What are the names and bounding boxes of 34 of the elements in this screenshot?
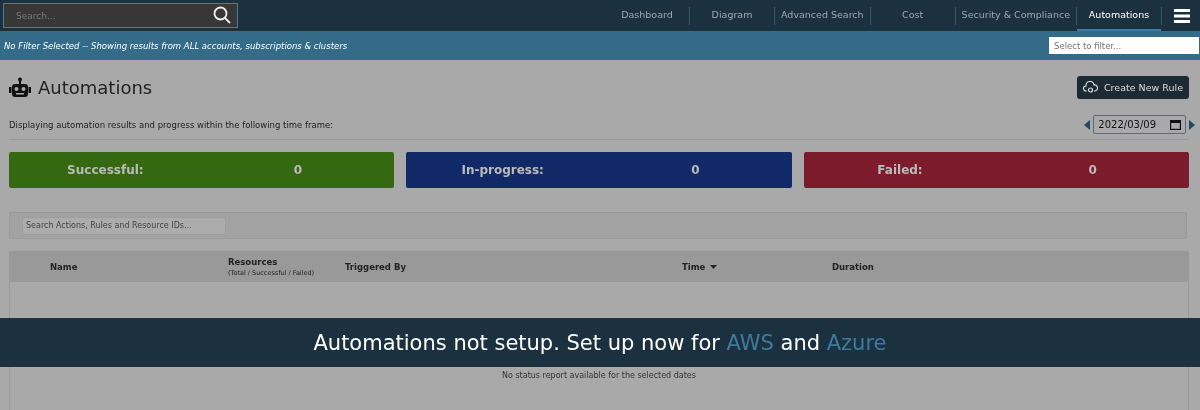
column-header[interactable]: Time: [682, 261, 706, 272]
cloud-icon: [1083, 81, 1098, 94]
date-field[interactable]: 2022/03/09: [1093, 115, 1186, 134]
previous-icon[interactable]: [1084, 119, 1091, 130]
stat-value: 0: [1087, 163, 1098, 177]
search-field[interactable]: Search...: [3, 3, 238, 28]
robot-icon: [9, 76, 31, 99]
nav-tab[interactable]: Security & Compliance: [955, 0, 1076, 31]
description-text: Displaying automation results and progress within the following time frame:: [9, 119, 334, 130]
column-header[interactable]: Name: [50, 261, 78, 272]
column-header[interactable]: Duration: [832, 261, 874, 272]
filter-field[interactable]: Select to filter...: [1049, 37, 1199, 54]
nav-tab[interactable]: Advanced Search: [775, 0, 870, 31]
column-header[interactable]: Triggered By: [345, 261, 406, 272]
table-search-field[interactable]: Search Actions, Rules and Resource IDs...: [22, 216, 226, 235]
nav-tab[interactable]: Dashboard: [605, 0, 689, 31]
stat-value: 0: [292, 163, 304, 177]
nav-tab[interactable]: Diagram: [690, 0, 774, 31]
search-icon: [213, 6, 231, 24]
calendar-icon: [1170, 119, 1181, 130]
stat-label: Successful:: [66, 163, 145, 177]
stat-value: 0: [690, 163, 701, 177]
nav-tab[interactable]: Cost: [870, 0, 955, 31]
create-rule-button[interactable]: Create New Rule: [1077, 76, 1189, 99]
filter-message: No Filter Selected -- Showing results from ALL accounts, subscriptions & clusters: [4, 40, 348, 51]
next-icon[interactable]: [1189, 119, 1195, 130]
stat-label: Failed:: [876, 163, 924, 177]
stat-label: In-progress:: [460, 163, 545, 177]
sort-icon[interactable]: [710, 264, 718, 269]
page-title: Automations: [38, 77, 153, 98]
column-header[interactable]: Resources: [228, 256, 278, 267]
menu-icon[interactable]: [1174, 8, 1190, 23]
setup-message: Automations not setup. Set up now for AWS and Azure: [313, 330, 887, 355]
empty-message: No status report available for the selected dates: [502, 371, 696, 380]
